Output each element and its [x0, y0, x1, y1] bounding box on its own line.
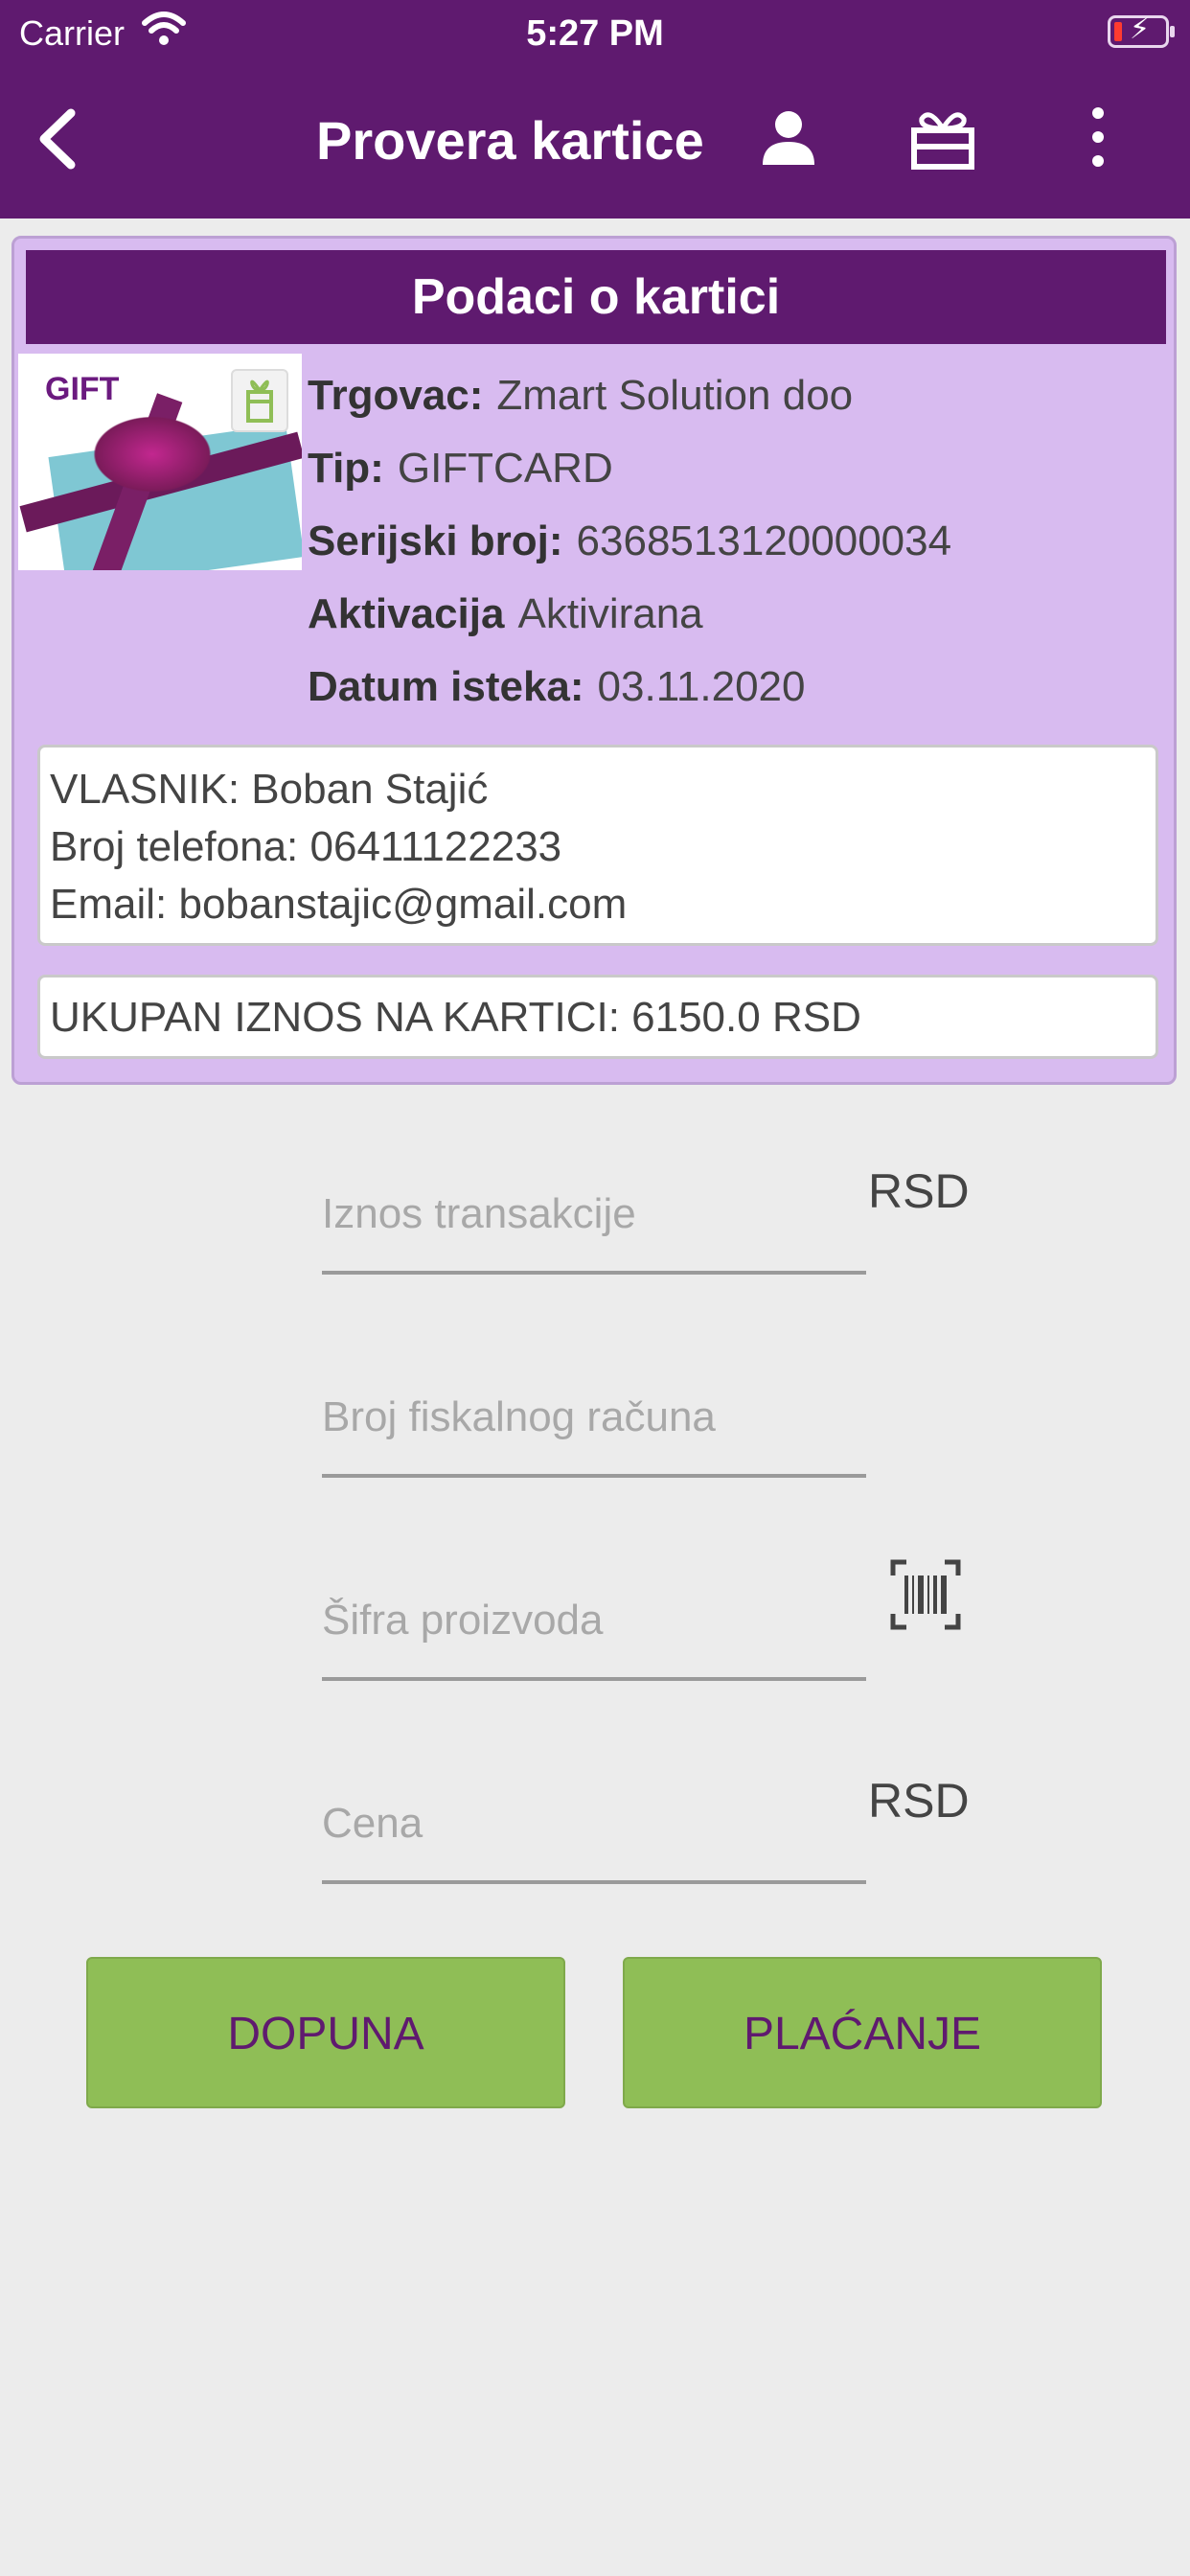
- expiry-row: Datum isteka: 03.11.2020: [308, 651, 951, 724]
- status-bar: Carrier 5:27 PM ⚡: [0, 0, 1190, 67]
- type-row: Tip: GIFTCARD: [308, 432, 951, 505]
- expiry-value: 03.11.2020: [597, 663, 806, 710]
- user-icon[interactable]: [757, 105, 820, 169]
- owner-phone: Broj telefona: 06411122233: [50, 823, 562, 870]
- product-code-input[interactable]: [322, 1587, 858, 1654]
- card-total-amount: UKUPAN IZNOS NA KARTICI: 6150.0 RSD: [37, 975, 1158, 1059]
- owner-email: Email: bobanstajic@gmail.com: [50, 881, 628, 928]
- merchant-value: Zmart Solution doo: [496, 372, 854, 419]
- price-unit: RSD: [868, 1774, 970, 1828]
- battery-icon: ⚡: [1108, 13, 1175, 48]
- owner-name: VLASNIK: Boban Stajić: [50, 766, 489, 813]
- fiscal-receipt-underline: [322, 1474, 866, 1478]
- fiscal-receipt-input[interactable]: [322, 1384, 858, 1451]
- app-header: Carrier 5:27 PM ⚡ Provera kartice: [0, 0, 1190, 218]
- topup-button[interactable]: DOPUNA: [86, 1957, 565, 2108]
- gift-icon[interactable]: [910, 105, 975, 171]
- activation-label: Aktivacija: [308, 590, 505, 637]
- price-input[interactable]: [322, 1790, 858, 1857]
- type-value: GIFTCARD: [397, 445, 613, 492]
- barcode-scan-icon[interactable]: [889, 1558, 962, 1631]
- card-info-panel: Podaci o kartici GIFT Trgovac: Zmart Solu…: [11, 236, 1177, 1085]
- serial-label: Serijski broj:: [308, 518, 563, 564]
- gift-image-label: GIFT: [45, 371, 120, 407]
- merchant-label: Trgovac:: [308, 372, 484, 419]
- activation-value: Aktivirana: [517, 590, 703, 637]
- card-details: Trgovac: Zmart Solution doo Tip: GIFTCARD …: [308, 359, 951, 724]
- more-vertical-icon[interactable]: [1079, 105, 1117, 169]
- gift-card-image: GIFT: [18, 354, 302, 570]
- card-info-header: Podaci o kartici: [26, 250, 1166, 344]
- status-time: 5:27 PM: [526, 13, 664, 54]
- back-chevron-icon[interactable]: [29, 105, 96, 172]
- transaction-amount-underline: [322, 1271, 866, 1275]
- gift-small-icon: [231, 369, 288, 432]
- page-title: Provera kartice: [316, 110, 704, 171]
- pay-button[interactable]: PLAĆANJE: [623, 1957, 1102, 2108]
- transaction-amount-unit: RSD: [868, 1164, 970, 1218]
- type-label: Tip:: [308, 445, 384, 492]
- expiry-label: Datum isteka:: [308, 663, 584, 710]
- owner-info-box: VLASNIK: Boban Stajić Broj telefona: 064…: [37, 745, 1158, 946]
- product-code-underline: [322, 1677, 866, 1681]
- transaction-amount-input[interactable]: [322, 1181, 858, 1248]
- price-underline: [322, 1880, 866, 1884]
- serial-value: 6368513120000034: [576, 518, 952, 564]
- activation-row: Aktivacija Aktivirana: [308, 578, 951, 651]
- navigation-bar: Provera kartice: [0, 84, 1190, 209]
- serial-row: Serijski broj: 6368513120000034: [308, 505, 951, 578]
- merchant-row: Trgovac: Zmart Solution doo: [308, 359, 951, 432]
